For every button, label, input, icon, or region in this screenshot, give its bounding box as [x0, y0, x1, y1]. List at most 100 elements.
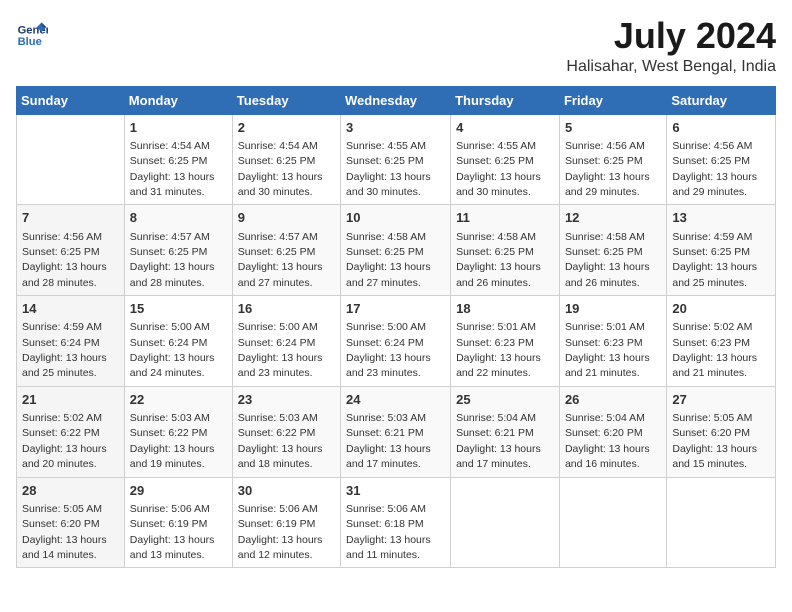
- sunrise-text: Sunrise: 5:06 AMSunset: 6:18 PMDaylight:…: [346, 503, 431, 561]
- day-number: 18: [456, 300, 554, 318]
- day-number: 28: [22, 482, 119, 500]
- sunrise-text: Sunrise: 4:56 AMSunset: 6:25 PMDaylight:…: [565, 140, 650, 198]
- sunrise-text: Sunrise: 5:02 AMSunset: 6:22 PMDaylight:…: [22, 412, 107, 470]
- sunrise-text: Sunrise: 4:59 AMSunset: 6:24 PMDaylight:…: [22, 321, 107, 379]
- table-row: 9 Sunrise: 4:57 AMSunset: 6:25 PMDayligh…: [232, 205, 340, 296]
- table-row: [667, 477, 776, 568]
- sunrise-text: Sunrise: 5:06 AMSunset: 6:19 PMDaylight:…: [238, 503, 323, 561]
- table-row: 23 Sunrise: 5:03 AMSunset: 6:22 PMDaylig…: [232, 386, 340, 477]
- title-block: July 2024 Halisahar, West Bengal, India: [566, 16, 776, 76]
- svg-text:Blue: Blue: [18, 36, 42, 48]
- table-row: 12 Sunrise: 4:58 AMSunset: 6:25 PMDaylig…: [559, 205, 666, 296]
- table-row: 1 Sunrise: 4:54 AMSunset: 6:25 PMDayligh…: [124, 114, 232, 205]
- sunrise-text: Sunrise: 5:06 AMSunset: 6:19 PMDaylight:…: [130, 503, 215, 561]
- day-number: 24: [346, 391, 445, 409]
- day-number: 7: [22, 209, 119, 227]
- day-number: 20: [672, 300, 770, 318]
- sunrise-text: Sunrise: 4:54 AMSunset: 6:25 PMDaylight:…: [130, 140, 215, 198]
- day-number: 13: [672, 209, 770, 227]
- sunrise-text: Sunrise: 4:55 AMSunset: 6:25 PMDaylight:…: [456, 140, 541, 198]
- day-number: 10: [346, 209, 445, 227]
- day-number: 27: [672, 391, 770, 409]
- table-row: 7 Sunrise: 4:56 AMSunset: 6:25 PMDayligh…: [17, 205, 125, 296]
- table-row: [559, 477, 666, 568]
- table-row: 29 Sunrise: 5:06 AMSunset: 6:19 PMDaylig…: [124, 477, 232, 568]
- day-number: 26: [565, 391, 661, 409]
- calendar-week-row: 1 Sunrise: 4:54 AMSunset: 6:25 PMDayligh…: [17, 114, 776, 205]
- sunrise-text: Sunrise: 5:00 AMSunset: 6:24 PMDaylight:…: [346, 321, 431, 379]
- table-row: 4 Sunrise: 4:55 AMSunset: 6:25 PMDayligh…: [451, 114, 560, 205]
- table-row: [451, 477, 560, 568]
- calendar-week-row: 14 Sunrise: 4:59 AMSunset: 6:24 PMDaylig…: [17, 296, 776, 387]
- table-row: 21 Sunrise: 5:02 AMSunset: 6:22 PMDaylig…: [17, 386, 125, 477]
- sunrise-text: Sunrise: 5:04 AMSunset: 6:21 PMDaylight:…: [456, 412, 541, 470]
- logo: General Blue: [16, 16, 48, 48]
- page-header: General Blue July 2024 Halisahar, West B…: [16, 16, 776, 76]
- col-tuesday: Tuesday: [232, 86, 340, 114]
- day-number: 1: [130, 119, 227, 137]
- day-number: 2: [238, 119, 335, 137]
- table-row: 13 Sunrise: 4:59 AMSunset: 6:25 PMDaylig…: [667, 205, 776, 296]
- day-number: 25: [456, 391, 554, 409]
- table-row: 6 Sunrise: 4:56 AMSunset: 6:25 PMDayligh…: [667, 114, 776, 205]
- sunrise-text: Sunrise: 4:58 AMSunset: 6:25 PMDaylight:…: [456, 231, 541, 289]
- table-row: 16 Sunrise: 5:00 AMSunset: 6:24 PMDaylig…: [232, 296, 340, 387]
- table-row: 30 Sunrise: 5:06 AMSunset: 6:19 PMDaylig…: [232, 477, 340, 568]
- col-monday: Monday: [124, 86, 232, 114]
- month-year: July 2024: [566, 16, 776, 56]
- sunrise-text: Sunrise: 5:02 AMSunset: 6:23 PMDaylight:…: [672, 321, 757, 379]
- table-row: 27 Sunrise: 5:05 AMSunset: 6:20 PMDaylig…: [667, 386, 776, 477]
- col-saturday: Saturday: [667, 86, 776, 114]
- table-row: 20 Sunrise: 5:02 AMSunset: 6:23 PMDaylig…: [667, 296, 776, 387]
- sunrise-text: Sunrise: 4:57 AMSunset: 6:25 PMDaylight:…: [130, 231, 215, 289]
- sunrise-text: Sunrise: 5:00 AMSunset: 6:24 PMDaylight:…: [238, 321, 323, 379]
- day-number: 6: [672, 119, 770, 137]
- day-number: 30: [238, 482, 335, 500]
- sunrise-text: Sunrise: 5:03 AMSunset: 6:22 PMDaylight:…: [238, 412, 323, 470]
- sunrise-text: Sunrise: 4:58 AMSunset: 6:25 PMDaylight:…: [565, 231, 650, 289]
- table-row: 10 Sunrise: 4:58 AMSunset: 6:25 PMDaylig…: [341, 205, 451, 296]
- sunrise-text: Sunrise: 5:03 AMSunset: 6:21 PMDaylight:…: [346, 412, 431, 470]
- day-number: 5: [565, 119, 661, 137]
- day-number: 3: [346, 119, 445, 137]
- table-row: 31 Sunrise: 5:06 AMSunset: 6:18 PMDaylig…: [341, 477, 451, 568]
- sunrise-text: Sunrise: 5:05 AMSunset: 6:20 PMDaylight:…: [672, 412, 757, 470]
- col-sunday: Sunday: [17, 86, 125, 114]
- day-number: 19: [565, 300, 661, 318]
- col-thursday: Thursday: [451, 86, 560, 114]
- table-row: 17 Sunrise: 5:00 AMSunset: 6:24 PMDaylig…: [341, 296, 451, 387]
- day-number: 22: [130, 391, 227, 409]
- table-row: 19 Sunrise: 5:01 AMSunset: 6:23 PMDaylig…: [559, 296, 666, 387]
- sunrise-text: Sunrise: 4:56 AMSunset: 6:25 PMDaylight:…: [22, 231, 107, 289]
- day-number: 9: [238, 209, 335, 227]
- sunrise-text: Sunrise: 4:57 AMSunset: 6:25 PMDaylight:…: [238, 231, 323, 289]
- calendar-table: Sunday Monday Tuesday Wednesday Thursday…: [16, 86, 776, 569]
- calendar-week-row: 28 Sunrise: 5:05 AMSunset: 6:20 PMDaylig…: [17, 477, 776, 568]
- day-number: 16: [238, 300, 335, 318]
- calendar-header-row: Sunday Monday Tuesday Wednesday Thursday…: [17, 86, 776, 114]
- day-number: 29: [130, 482, 227, 500]
- logo-icon: General Blue: [16, 16, 48, 48]
- table-row: 18 Sunrise: 5:01 AMSunset: 6:23 PMDaylig…: [451, 296, 560, 387]
- table-row: [17, 114, 125, 205]
- location: Halisahar, West Bengal, India: [566, 58, 776, 76]
- table-row: 22 Sunrise: 5:03 AMSunset: 6:22 PMDaylig…: [124, 386, 232, 477]
- table-row: 15 Sunrise: 5:00 AMSunset: 6:24 PMDaylig…: [124, 296, 232, 387]
- day-number: 15: [130, 300, 227, 318]
- sunrise-text: Sunrise: 4:54 AMSunset: 6:25 PMDaylight:…: [238, 140, 323, 198]
- day-number: 4: [456, 119, 554, 137]
- sunrise-text: Sunrise: 4:55 AMSunset: 6:25 PMDaylight:…: [346, 140, 431, 198]
- day-number: 8: [130, 209, 227, 227]
- table-row: 14 Sunrise: 4:59 AMSunset: 6:24 PMDaylig…: [17, 296, 125, 387]
- table-row: 26 Sunrise: 5:04 AMSunset: 6:20 PMDaylig…: [559, 386, 666, 477]
- sunrise-text: Sunrise: 5:03 AMSunset: 6:22 PMDaylight:…: [130, 412, 215, 470]
- sunrise-text: Sunrise: 5:05 AMSunset: 6:20 PMDaylight:…: [22, 503, 107, 561]
- sunrise-text: Sunrise: 5:01 AMSunset: 6:23 PMDaylight:…: [565, 321, 650, 379]
- day-number: 14: [22, 300, 119, 318]
- table-row: 25 Sunrise: 5:04 AMSunset: 6:21 PMDaylig…: [451, 386, 560, 477]
- sunrise-text: Sunrise: 5:00 AMSunset: 6:24 PMDaylight:…: [130, 321, 215, 379]
- table-row: 5 Sunrise: 4:56 AMSunset: 6:25 PMDayligh…: [559, 114, 666, 205]
- day-number: 11: [456, 209, 554, 227]
- calendar-week-row: 7 Sunrise: 4:56 AMSunset: 6:25 PMDayligh…: [17, 205, 776, 296]
- sunrise-text: Sunrise: 5:04 AMSunset: 6:20 PMDaylight:…: [565, 412, 650, 470]
